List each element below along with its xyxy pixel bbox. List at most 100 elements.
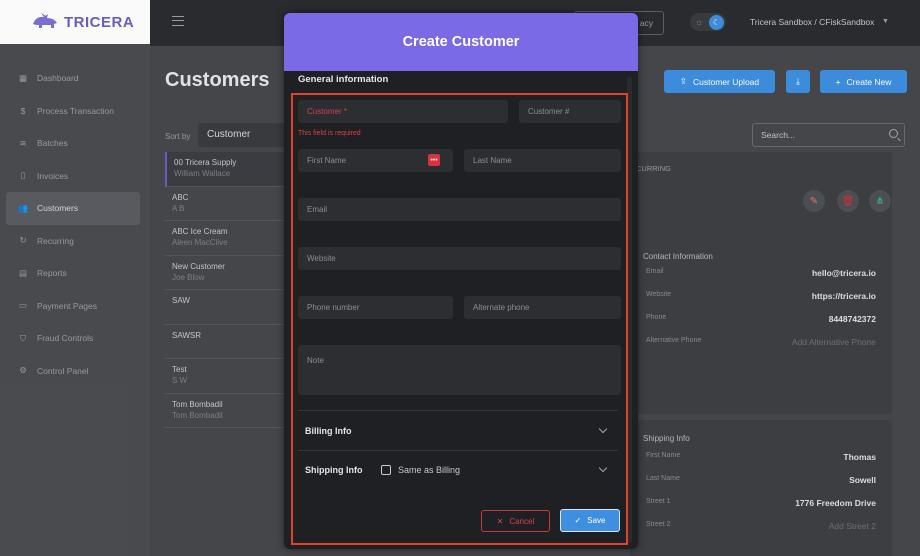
detail-value[interactable]: Add Alternative Phone — [792, 337, 876, 347]
customer-contact: Joe Blow — [172, 272, 205, 282]
detail-row: Street 2 Add Street 2 — [646, 521, 876, 531]
logo-text: TRICERA — [64, 13, 135, 31]
sun-icon: ☼ — [695, 17, 704, 27]
customer-number-field[interactable]: Customer # — [519, 100, 621, 123]
email-placeholder: Email — [307, 205, 328, 214]
detail-key: Email — [646, 268, 664, 275]
detail-key: Last Name — [646, 475, 680, 482]
search-icon[interactable] — [889, 129, 898, 138]
trash-icon[interactable]: 🗑 — [837, 190, 859, 212]
search-input[interactable]: Search... — [752, 123, 905, 147]
list-item[interactable]: ABC Ice Cream Aleen MacClive — [165, 221, 285, 256]
list-item[interactable]: Test S W — [165, 359, 285, 394]
customer-upload-button[interactable]: ⇪ Customer Upload — [664, 70, 775, 93]
autofill-dots-icon[interactable]: ••• — [428, 154, 440, 166]
website-placeholder: Website — [307, 254, 336, 263]
search-placeholder: Search... — [761, 130, 796, 140]
chevron-down-icon[interactable] — [598, 424, 608, 434]
list-item[interactable]: ABC A B — [165, 187, 285, 221]
divider — [298, 410, 618, 411]
create-new-label: Create New — [846, 76, 892, 87]
detail-value[interactable]: Add Street 2 — [829, 521, 876, 531]
sidebar-item-label: Customers — [37, 203, 79, 214]
contact-info-title: Contact Information — [643, 252, 713, 261]
note-field[interactable]: Note — [298, 345, 621, 395]
customer-name-field[interactable]: Customer * — [298, 100, 508, 123]
sidebar-item-fraud-controls[interactable]: ⛉ Fraud Controls — [0, 322, 150, 355]
shipping-info-toggle[interactable]: Shipping Info — [305, 465, 363, 475]
app-root: TRICERA ▦ Dashboard $ Process Transaction ≋ B… — [0, 0, 920, 556]
sidebar-item-label: Recurring — [37, 235, 74, 246]
customer-contact: Tom Bombadil — [172, 410, 223, 420]
sidebar-item-payment-pages[interactable]: ▭ Payment Pages — [0, 290, 150, 323]
customer-contact: A B — [172, 203, 185, 213]
note-placeholder: Note — [307, 356, 324, 365]
sidebar-item-label: Process Transaction — [37, 105, 115, 116]
customer-contact: Aleen MacClive — [172, 238, 228, 247]
caret-down-icon[interactable]: ▼ — [882, 18, 889, 25]
sidebar-item-control-panel[interactable]: ⚙ Control Panel — [0, 355, 150, 388]
shield-icon: ⛉ — [19, 332, 27, 343]
privacy-button-label: acy — [639, 18, 653, 28]
detail-key: Website — [646, 291, 672, 298]
detail-row: Street 1 1776 Freedom Drive — [646, 498, 876, 508]
create-new-button[interactable]: + Create New — [820, 70, 907, 93]
recurring-tab[interactable]: CURRING — [636, 164, 671, 173]
sidebar-item-customers[interactable]: 👥 Customers — [6, 192, 140, 225]
sidebar-item-label: Control Panel — [37, 365, 89, 376]
detail-row: Website https://tricera.io — [646, 291, 876, 301]
list-item[interactable]: 00 Tricera Supply William Wallace — [165, 152, 285, 187]
dollar-circle-icon: $ — [20, 105, 26, 116]
billing-info-toggle[interactable]: Billing Info — [305, 426, 352, 436]
sidebar-item-dashboard[interactable]: ▦ Dashboard — [0, 62, 150, 95]
customer-detail-panel: CURRING ✎ 🗑 ⋔ Contact Information Email h… — [630, 152, 892, 414]
save-button[interactable]: ✓ Save — [560, 509, 620, 532]
phone-field[interactable]: Phone number — [298, 296, 453, 319]
sidebar: TRICERA ▦ Dashboard $ Process Transaction ≋ B… — [0, 0, 150, 556]
sidebar-item-process-transaction[interactable]: $ Process Transaction — [0, 95, 150, 128]
chevron-down-icon[interactable] — [598, 463, 608, 473]
last-name-field[interactable]: Last Name — [464, 149, 621, 172]
edit-pencil-icon[interactable]: ✎ — [803, 190, 825, 212]
cancel-button[interactable]: ✕ Cancel — [481, 510, 550, 532]
first-name-field[interactable]: First Name ••• — [298, 149, 453, 172]
same-as-billing-label: Same as Billing — [398, 465, 461, 475]
detail-value: 8448742372 — [828, 314, 876, 324]
same-as-billing-checkbox[interactable] — [381, 465, 391, 475]
close-icon: ✕ — [496, 516, 504, 526]
sidebar-item-reports[interactable]: ▤ Reports — [0, 257, 150, 290]
sidebar-item-label: Payment Pages — [37, 300, 98, 311]
sidebar-item-batches[interactable]: ≋ Batches — [0, 127, 150, 160]
page-title: Customers — [165, 69, 270, 91]
triceratops-logo-icon — [33, 13, 57, 28]
sort-select[interactable]: Customer — [198, 123, 288, 147]
sidebar-item-recurring[interactable]: ↻ Recurring — [0, 225, 150, 258]
detail-row: Phone 8448742372 — [646, 314, 876, 324]
general-information-heading: General information — [298, 74, 389, 85]
alternate-phone-field[interactable]: Alternate phone — [464, 296, 621, 319]
theme-toggle[interactable]: ☼ ☾ — [690, 13, 726, 31]
list-item[interactable]: Tom Bombadil Tom Bombadil — [165, 394, 285, 428]
customer-number-placeholder: Customer # — [528, 107, 570, 116]
hamburger-menu-icon[interactable] — [172, 16, 184, 26]
email-field[interactable]: Email — [298, 198, 621, 221]
detail-row: First Name Thomas — [646, 452, 876, 462]
detail-row: Last Name Sowell — [646, 475, 876, 485]
list-item[interactable]: SAWSR — [165, 325, 285, 359]
sidebar-item-invoices[interactable]: ▯ Invoices — [0, 160, 150, 193]
logo[interactable]: TRICERA — [0, 0, 150, 44]
detail-row: Email hello@tricera.io — [646, 268, 876, 278]
grid-icon: ▦ — [18, 72, 28, 83]
account-menu[interactable]: Tricera Sandbox / CFiskSandbox — [750, 17, 874, 27]
download-button[interactable]: ⤓ — [786, 70, 810, 93]
website-field[interactable]: Website — [298, 247, 621, 270]
modal-body: General information Customer * Customer … — [284, 71, 638, 549]
cancel-label: Cancel — [509, 516, 535, 526]
sidebar-item-label: Dashboard — [37, 73, 79, 84]
share-icon[interactable]: ⋔ — [869, 190, 891, 212]
sidebar-nav: ▦ Dashboard $ Process Transaction ≋ Batches ▯ I… — [0, 62, 150, 387]
list-item[interactable]: New Customer Joe Blow — [165, 256, 285, 290]
stack-icon: ≋ — [19, 137, 27, 148]
detail-key: Phone — [646, 314, 667, 321]
list-item[interactable]: SAW — [165, 290, 285, 325]
